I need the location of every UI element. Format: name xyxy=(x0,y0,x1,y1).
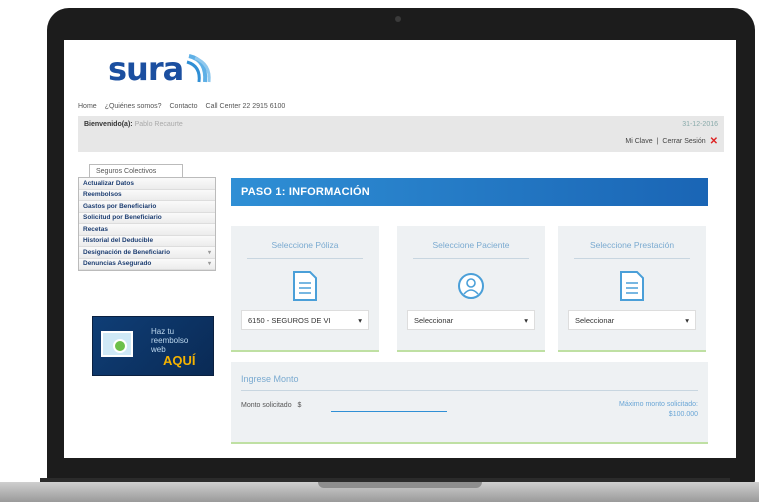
chevron-down-icon: ▾ xyxy=(358,315,362,325)
sidebar-item-actualizar-datos[interactable]: Actualizar Datos xyxy=(79,178,215,190)
promo-text: Haz tu reembolso web xyxy=(151,327,188,354)
cerrar-sesion-link[interactable]: Cerrar Sesión xyxy=(662,138,705,145)
monto-section: Ingrese Monto Monto solicitado $ Máximo … xyxy=(231,362,708,444)
card-paciente: Seleccione Paciente Seleccionar ▾ xyxy=(397,226,545,352)
card-prestacion: Seleccione Prestación Seleccionar ▾ xyxy=(558,226,706,352)
prestacion-select[interactable]: Seleccionar ▾ xyxy=(568,310,696,330)
card-poliza: Seleccione Póliza 6150 - SEGUROS DE VI ▾ xyxy=(231,226,379,352)
sidebar-item-denuncias-asegurado[interactable]: Denuncias Asegurado ▾ xyxy=(79,258,215,270)
logo-text: sura xyxy=(108,50,184,88)
reembolso-web-banner[interactable]: Haz tu reembolso web AQUÍ xyxy=(92,316,214,376)
chevron-down-icon: ▾ xyxy=(207,249,211,256)
sidebar-item-label: Designación de Beneficiario xyxy=(83,248,171,256)
monto-max-value: $100.000 xyxy=(668,411,698,418)
sidebar-menu: Actualizar Datos Reembolsos Gastos por B… xyxy=(78,177,216,271)
nav-quienes-somos[interactable]: ¿Quiénes somos? xyxy=(105,103,162,110)
monto-label-text: Monto solicitado xyxy=(241,402,292,409)
current-date: 31-12-2016 xyxy=(682,121,718,128)
sidebar-item-historial-deducible[interactable]: Historial del Deducible xyxy=(79,235,215,247)
monto-maximo: Máximo monto solicitado: $100.000 xyxy=(619,400,698,420)
sidebar-item-designacion-beneficiario[interactable]: Designación de Beneficiario ▾ xyxy=(79,247,215,259)
sidebar-item-solicitud-beneficiario[interactable]: Solicitud por Beneficiario xyxy=(79,212,215,224)
poliza-select[interactable]: 6150 - SEGUROS DE VI ▾ xyxy=(241,310,369,330)
card-title: Seleccione Póliza xyxy=(271,240,339,250)
sidebar-item-label: Denuncias Asegurado xyxy=(83,260,152,268)
poliza-selected-value: 6150 - SEGUROS DE VI xyxy=(248,315,331,325)
camera-icon xyxy=(395,16,401,22)
account-links: Mi Clave | Cerrar Sesión ✕ xyxy=(625,136,718,147)
close-icon[interactable]: ✕ xyxy=(710,136,718,147)
screen: sura Home ¿Quiénes somos? Contacto Call … xyxy=(64,40,736,458)
chevron-down-icon: ▾ xyxy=(207,261,211,268)
sidebar-item-gastos-beneficiario[interactable]: Gastos por Beneficiario xyxy=(79,201,215,213)
monto-label: Monto solicitado $ xyxy=(241,402,301,409)
sidebar-item-label: Historial del Deducible xyxy=(83,237,154,245)
nav-contacto[interactable]: Contacto xyxy=(170,103,198,110)
top-nav: Home ¿Quiénes somos? Contacto Call Cente… xyxy=(78,103,285,110)
tab-seguros-colectivos[interactable]: Seguros Colectivos xyxy=(89,164,183,178)
step-title: PASO 1: INFORMACIÓN xyxy=(231,178,708,206)
monto-title: Ingrese Monto xyxy=(241,374,299,384)
card-title: Seleccione Paciente xyxy=(432,240,510,250)
user-bar: Bienvenido(a): Pablo Recaurte 31-12-2016… xyxy=(78,116,724,152)
prestacion-selected-value: Seleccionar xyxy=(575,315,615,325)
promo-aqui: AQUÍ xyxy=(163,353,196,368)
paciente-selected-value: Seleccionar xyxy=(414,315,454,325)
nav-home[interactable]: Home xyxy=(78,103,97,110)
sidebar-item-label: Reembolsos xyxy=(83,191,122,199)
laptop-base xyxy=(0,482,759,502)
sura-wave-icon xyxy=(186,54,211,83)
mi-clave-link[interactable]: Mi Clave xyxy=(625,138,652,145)
welcome-label: Bienvenido(a): xyxy=(84,121,133,128)
card-title: Seleccione Prestación xyxy=(589,240,675,250)
laptop-refund-icon xyxy=(101,331,133,357)
sidebar-item-reembolsos[interactable]: Reembolsos xyxy=(79,189,215,201)
promo-line1: Haz tu xyxy=(151,327,175,336)
monto-input[interactable] xyxy=(331,400,447,412)
sidebar-item-recetas[interactable]: Recetas xyxy=(79,224,215,236)
chevron-down-icon: ▾ xyxy=(685,315,689,325)
currency-symbol: $ xyxy=(297,402,302,409)
sidebar-item-label: Actualizar Datos xyxy=(83,179,134,187)
document-icon xyxy=(620,271,644,301)
sidebar-item-label: Gastos por Beneficiario xyxy=(83,202,157,210)
promo-line2: reembolso xyxy=(151,336,189,345)
sura-logo[interactable]: sura xyxy=(108,50,213,88)
welcome-text: Bienvenido(a): Pablo Recaurte xyxy=(84,121,183,128)
chevron-down-icon: ▾ xyxy=(524,315,528,325)
monto-max-label: Máximo monto solicitado: xyxy=(619,401,698,408)
sidebar-item-label: Solicitud por Beneficiario xyxy=(83,214,162,222)
user-name: Pablo Recaurte xyxy=(134,121,183,128)
sidebar-item-label: Recetas xyxy=(83,225,108,233)
nav-call-center: Call Center 22 2915 6100 xyxy=(205,103,286,110)
document-icon xyxy=(293,271,317,301)
laptop-notch xyxy=(318,482,482,488)
link-separator: | xyxy=(656,138,659,145)
user-icon xyxy=(458,273,484,299)
paciente-select[interactable]: Seleccionar ▾ xyxy=(407,310,535,330)
